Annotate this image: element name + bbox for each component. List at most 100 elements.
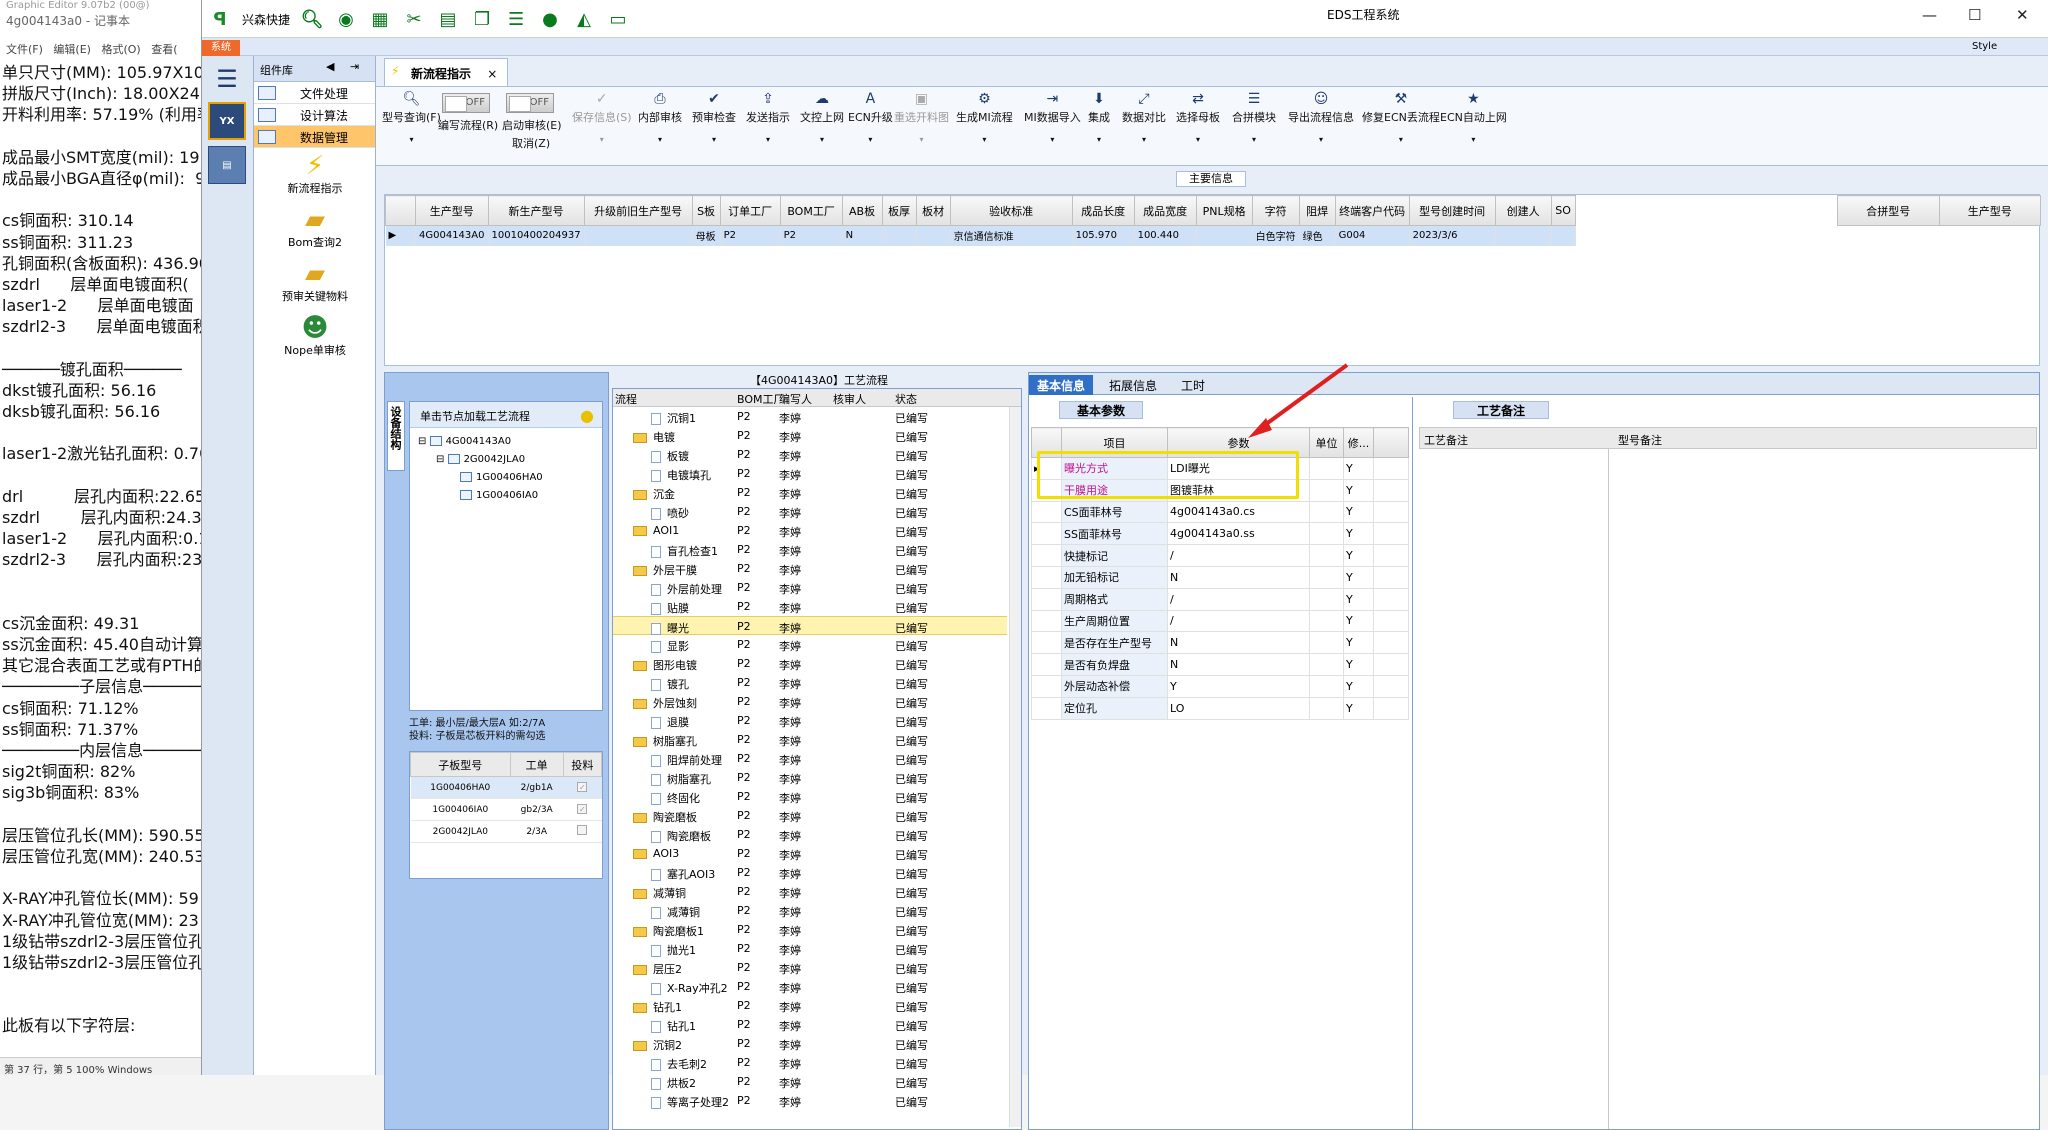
btn-new-flow[interactable]: ⚡ 新流程指示 xyxy=(254,148,376,202)
process-row[interactable]: 减薄铜 P2 李婷 已编写 xyxy=(613,882,1007,901)
process-row[interactable]: 阻焊前处理 P2 李婷 已编写 xyxy=(613,749,1007,768)
ribbon-btn-12[interactable]: ⇥ MI数据导入 ▾ xyxy=(1024,91,1081,144)
sub-board-row[interactable]: 2G0042JLA0 2/3A xyxy=(410,820,602,843)
param-row[interactable]: 定位孔 LO Y xyxy=(1031,696,1409,720)
dropdown-icon[interactable]: ▾ xyxy=(746,135,790,144)
dropdown-icon[interactable]: ▾ xyxy=(1440,135,1507,144)
maximize-icon[interactable]: ☐ xyxy=(1968,6,1981,24)
tree-node-1g-ha[interactable]: 1G00406HA0 xyxy=(460,472,543,483)
process-row[interactable]: 抛光1 P2 李婷 已编写 xyxy=(613,939,1007,958)
model-notes-area[interactable] xyxy=(1615,449,2037,1129)
param-cell[interactable]: N xyxy=(1167,653,1310,676)
process-row[interactable]: 贴膜 P2 李婷 已编写 xyxy=(613,597,1007,616)
minimize-icon[interactable]: — xyxy=(1922,6,1937,24)
process-row[interactable]: 陶瓷磨板 P2 李婷 已编写 xyxy=(613,806,1007,825)
process-row[interactable]: 陶瓷磨板1 P2 李婷 已编写 xyxy=(613,920,1007,939)
comp-item-data[interactable]: 数据管理 xyxy=(254,126,375,148)
dropdown-icon[interactable]: ▾ xyxy=(956,135,1013,144)
process-row[interactable]: 终固化 P2 李婷 已编写 xyxy=(613,787,1007,806)
process-row[interactable]: 树脂塞孔 P2 李婷 已编写 xyxy=(613,768,1007,787)
process-row[interactable]: 外层干膜 P2 李婷 已编写 xyxy=(613,559,1007,578)
close-tab-icon[interactable]: × xyxy=(487,67,497,81)
process-row[interactable]: 外层蚀刻 P2 李婷 已编写 xyxy=(613,692,1007,711)
feed-checkbox[interactable]: ✓ xyxy=(563,776,602,799)
btn-nope-review[interactable]: ☻ Nope单审核 xyxy=(254,310,376,364)
ribbon-btn-17[interactable]: ☺ 导出流程信息 ▾ xyxy=(1288,91,1354,144)
process-row[interactable]: 等离子处理2 P2 李婷 已编写 xyxy=(613,1091,1007,1110)
globe-icon[interactable]: ◉ xyxy=(334,7,358,31)
tree-node-2g[interactable]: ⊟ 2G0042JLA0 xyxy=(436,454,525,465)
cell-main-7[interactable] xyxy=(882,225,917,246)
process-row[interactable]: 沉铜1 P2 李婷 已编写 xyxy=(613,407,1007,426)
dropdown-icon[interactable]: ▾ xyxy=(692,135,736,144)
menu-icon[interactable]: ☰ xyxy=(208,60,246,98)
cell-main-13[interactable]: 白色字符 xyxy=(1252,225,1300,246)
dropdown-icon[interactable]: ▾ xyxy=(1088,135,1110,144)
cell-main-4[interactable]: P2 xyxy=(720,225,781,246)
grid-icon[interactable]: ▦ xyxy=(368,7,392,31)
menu-edit[interactable]: 编辑(E) xyxy=(53,43,91,56)
comp-item-design[interactable]: 设计算法 xyxy=(254,104,375,126)
dropdown-icon[interactable]: ▾ xyxy=(1122,135,1166,144)
process-row[interactable]: 减薄铜 P2 李婷 已编写 xyxy=(613,901,1007,920)
close-icon[interactable]: ✕ xyxy=(2016,6,2029,24)
ribbon-btn-5[interactable]: ⎙ 内部审核 ▾ xyxy=(638,91,682,144)
dropdown-icon[interactable]: ▾ xyxy=(1024,135,1081,144)
sub-board-row[interactable]: 1G00406IA0 gb2/3A ✓ xyxy=(410,798,602,821)
param-cell[interactable]: 4g004143a0.ss xyxy=(1167,522,1310,546)
ribbon-btn-8[interactable]: ☁ 文控上网 ▾ xyxy=(800,91,844,144)
cell-main-3[interactable]: 母板 xyxy=(692,225,721,246)
param-cell[interactable]: 4g004143a0.cs xyxy=(1167,500,1310,524)
collapse-icon[interactable]: ◀ xyxy=(326,60,334,73)
param-cell[interactable]: / xyxy=(1167,544,1310,567)
param-row[interactable]: SS面菲林号 4g004143a0.ss Y xyxy=(1031,522,1409,546)
toggle-2[interactable]: OFF xyxy=(506,93,554,113)
cell-main-12[interactable] xyxy=(1196,225,1253,246)
process-row[interactable]: 沉铜2 P2 李婷 已编写 xyxy=(613,1034,1007,1053)
tree-node-1g-ia[interactable]: 1G00406IA0 xyxy=(460,490,538,501)
process-row[interactable]: X-Ray冲孔2 P2 李婷 已编写 xyxy=(613,977,1007,996)
copy-icon[interactable]: ❐ xyxy=(470,7,494,31)
param-cell[interactable]: / xyxy=(1167,609,1310,633)
cell-main-14[interactable]: 绿色 xyxy=(1299,225,1336,246)
param-row[interactable]: CS面菲林号 4g004143a0.cs Y xyxy=(1031,500,1409,524)
process-row[interactable]: 盲孔检查1 P2 李婷 已编写 xyxy=(613,540,1007,559)
process-row[interactable]: 钻孔1 P2 李婷 已编写 xyxy=(613,996,1007,1015)
process-row[interactable]: 镀孔 P2 李婷 已编写 xyxy=(613,673,1007,692)
tab-system[interactable]: 系统 xyxy=(202,40,240,56)
menu-file[interactable]: 文件(F) xyxy=(6,43,43,56)
dropdown-icon[interactable]: ▾ xyxy=(1176,135,1220,144)
style-label[interactable]: Style xyxy=(1972,41,1997,52)
cell-main-0[interactable]: 4G004143A0 xyxy=(415,225,489,246)
cell-main-11[interactable]: 100.440 xyxy=(1134,225,1197,246)
module-icon-yx[interactable]: YX xyxy=(208,102,246,140)
cell-main-10[interactable]: 105.970 xyxy=(1072,225,1135,246)
cell-main-2[interactable] xyxy=(584,225,693,246)
process-row[interactable]: 图形电镀 P2 李婷 已编写 xyxy=(613,654,1007,673)
film-icon[interactable]: ▤ xyxy=(436,7,460,31)
craft-notes-area[interactable] xyxy=(1419,449,1609,1129)
cell-main-1[interactable]: 10010400204937 xyxy=(488,225,585,246)
chart-icon[interactable]: ◭ xyxy=(572,7,596,31)
window-icon[interactable]: ▭ xyxy=(606,7,630,31)
param-cell[interactable]: Y xyxy=(1167,674,1310,698)
tree-node-root[interactable]: ⊟ 4G004143A0 xyxy=(418,436,511,447)
process-row[interactable]: 去毛刺2 P2 李婷 已编写 xyxy=(613,1053,1007,1072)
tab-new-flow[interactable]: ⚡ 新流程指示 × xyxy=(384,58,509,86)
dropdown-icon[interactable]: ▾ xyxy=(572,135,632,144)
cell-main-5[interactable]: P2 xyxy=(780,225,843,246)
dropdown-icon[interactable]: ▾ xyxy=(1362,135,1440,144)
comp-item-file[interactable]: 文件处理 xyxy=(254,82,375,104)
param-cell[interactable]: N xyxy=(1167,565,1310,589)
toggle-1[interactable]: OFF xyxy=(442,93,490,113)
param-row[interactable]: 外层动态补偿 Y Y xyxy=(1031,674,1409,698)
process-row[interactable]: 显影 P2 李婷 已编写 xyxy=(613,635,1007,654)
process-row[interactable]: AOI3 P2 李婷 已编写 xyxy=(613,844,1007,863)
ribbon-btn-13[interactable]: ⬇ 集成 ▾ xyxy=(1088,91,1110,144)
btn-pre-review[interactable]: ▰ 预审关键物料 xyxy=(254,256,376,310)
process-row[interactable]: 电镀填孔 P2 李婷 已编写 xyxy=(613,464,1007,483)
pin-icon[interactable]: ⇥ xyxy=(350,60,359,73)
dropdown-icon[interactable]: ▾ xyxy=(382,135,441,144)
process-row[interactable]: 树脂塞孔 P2 李婷 已编写 xyxy=(613,730,1007,749)
cell-main-6[interactable]: N xyxy=(842,225,883,246)
